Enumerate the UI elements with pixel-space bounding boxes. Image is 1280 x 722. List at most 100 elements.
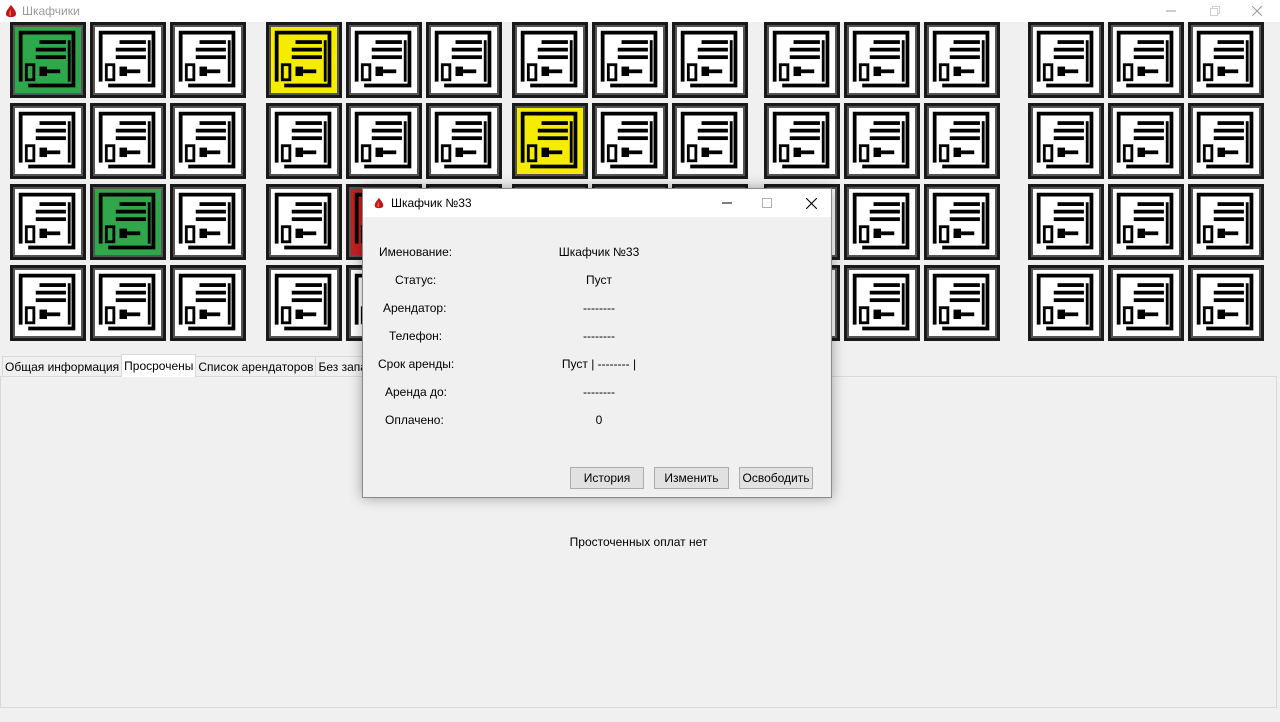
name-value: Шкафчик №33 — [558, 245, 640, 259]
locker-face — [675, 25, 745, 95]
locker-face — [515, 106, 585, 176]
locker-door-icon — [274, 30, 332, 88]
locker-door-icon — [1116, 30, 1174, 88]
locker-cell[interactable] — [1188, 265, 1264, 341]
locker-cell[interactable] — [1108, 184, 1184, 260]
locker-cell[interactable] — [672, 103, 748, 179]
locker-door-icon — [1116, 111, 1174, 169]
locker-cell[interactable] — [170, 184, 246, 260]
dialog-minimize-button[interactable] — [707, 189, 747, 217]
locker-door-icon — [520, 30, 578, 88]
close-icon — [805, 197, 817, 209]
locker-cell[interactable] — [1108, 103, 1184, 179]
locker-cell[interactable] — [170, 265, 246, 341]
locker-door-icon — [852, 192, 910, 250]
locker-door-icon — [274, 111, 332, 169]
tab-overdue[interactable]: Просрочены — [121, 354, 197, 377]
history-button[interactable]: История — [570, 467, 644, 489]
locker-face — [13, 106, 83, 176]
locker-face — [349, 106, 419, 176]
locker-cell[interactable] — [512, 103, 588, 179]
locker-door-icon — [434, 111, 492, 169]
locker-cell[interactable] — [924, 184, 1000, 260]
locker-face — [675, 106, 745, 176]
minimize-icon — [722, 202, 732, 204]
locker-face — [269, 25, 339, 95]
locker-cell[interactable] — [266, 22, 342, 98]
locker-cell[interactable] — [592, 22, 668, 98]
locker-cell[interactable] — [346, 103, 422, 179]
edit-button[interactable]: Изменить — [654, 467, 729, 489]
locker-cell[interactable] — [1188, 22, 1264, 98]
locker-cell[interactable] — [1028, 22, 1104, 98]
locker-face — [269, 106, 339, 176]
locker-door-icon — [434, 30, 492, 88]
locker-cell[interactable] — [266, 265, 342, 341]
rent-term-label: Срок аренды: — [378, 357, 455, 371]
locker-cell[interactable] — [672, 22, 748, 98]
locker-cell[interactable] — [346, 22, 422, 98]
status-label: Статус: — [395, 273, 437, 287]
locker-cell[interactable] — [764, 22, 840, 98]
locker-door-icon — [1036, 192, 1094, 250]
locker-cell[interactable] — [1028, 103, 1104, 179]
locker-cell[interactable] — [1108, 22, 1184, 98]
locker-face — [847, 187, 917, 257]
locker-face — [595, 25, 665, 95]
locker-cell[interactable] — [592, 103, 668, 179]
locker-cell[interactable] — [924, 22, 1000, 98]
locker-cell[interactable] — [924, 103, 1000, 179]
locker-face — [847, 106, 917, 176]
tab-general-info[interactable]: Общая информация — [2, 356, 123, 377]
tab-tenants-list[interactable]: Список арендаторов — [195, 356, 317, 377]
locker-cell[interactable] — [1028, 184, 1104, 260]
locker-cell[interactable] — [170, 22, 246, 98]
locker-face — [429, 25, 499, 95]
locker-cell[interactable] — [266, 184, 342, 260]
locker-cell[interactable] — [10, 22, 86, 98]
locker-cell[interactable] — [1108, 265, 1184, 341]
locker-cell[interactable] — [170, 103, 246, 179]
locker-door-icon — [18, 192, 76, 250]
locker-cell[interactable] — [10, 103, 86, 179]
locker-face — [269, 268, 339, 338]
maximize-button[interactable] — [1192, 0, 1238, 22]
locker-cell[interactable] — [1188, 184, 1264, 260]
rent-term-value: Пуст | -------- | — [561, 357, 637, 371]
locker-cell[interactable] — [844, 103, 920, 179]
locker-door-icon — [1036, 30, 1094, 88]
tenant-value: -------- — [583, 301, 615, 315]
locker-cell[interactable] — [10, 184, 86, 260]
locker-door-icon — [600, 30, 658, 88]
locker-cell[interactable] — [90, 22, 166, 98]
locker-face — [93, 268, 163, 338]
minimize-button[interactable] — [1148, 0, 1194, 22]
locker-door-icon — [852, 273, 910, 331]
locker-face — [1111, 187, 1181, 257]
locker-cell[interactable] — [844, 22, 920, 98]
locker-face — [847, 268, 917, 338]
dialog-maximize-button[interactable] — [747, 189, 787, 217]
locker-cell[interactable] — [844, 184, 920, 260]
locker-cell[interactable] — [266, 103, 342, 179]
locker-cell[interactable] — [512, 22, 588, 98]
locker-cell[interactable] — [10, 265, 86, 341]
tab-bar: Общая информация Просрочены Список аренд… — [2, 354, 383, 377]
locker-cell[interactable] — [844, 265, 920, 341]
locker-cell[interactable] — [1028, 265, 1104, 341]
locker-door-icon — [932, 111, 990, 169]
locker-cell[interactable] — [426, 103, 502, 179]
locker-cell[interactable] — [90, 184, 166, 260]
release-button[interactable]: Освободить — [739, 467, 813, 489]
locker-cell[interactable] — [764, 103, 840, 179]
locker-cell[interactable] — [90, 265, 166, 341]
dialog-close-button[interactable] — [791, 189, 831, 217]
locker-cell[interactable] — [1188, 103, 1264, 179]
locker-cell[interactable] — [924, 265, 1000, 341]
locker-face — [1031, 187, 1101, 257]
locker-face — [927, 106, 997, 176]
locker-cell[interactable] — [90, 103, 166, 179]
close-button[interactable] — [1234, 0, 1280, 22]
name-label: Именование: — [379, 245, 453, 259]
locker-cell[interactable] — [426, 22, 502, 98]
